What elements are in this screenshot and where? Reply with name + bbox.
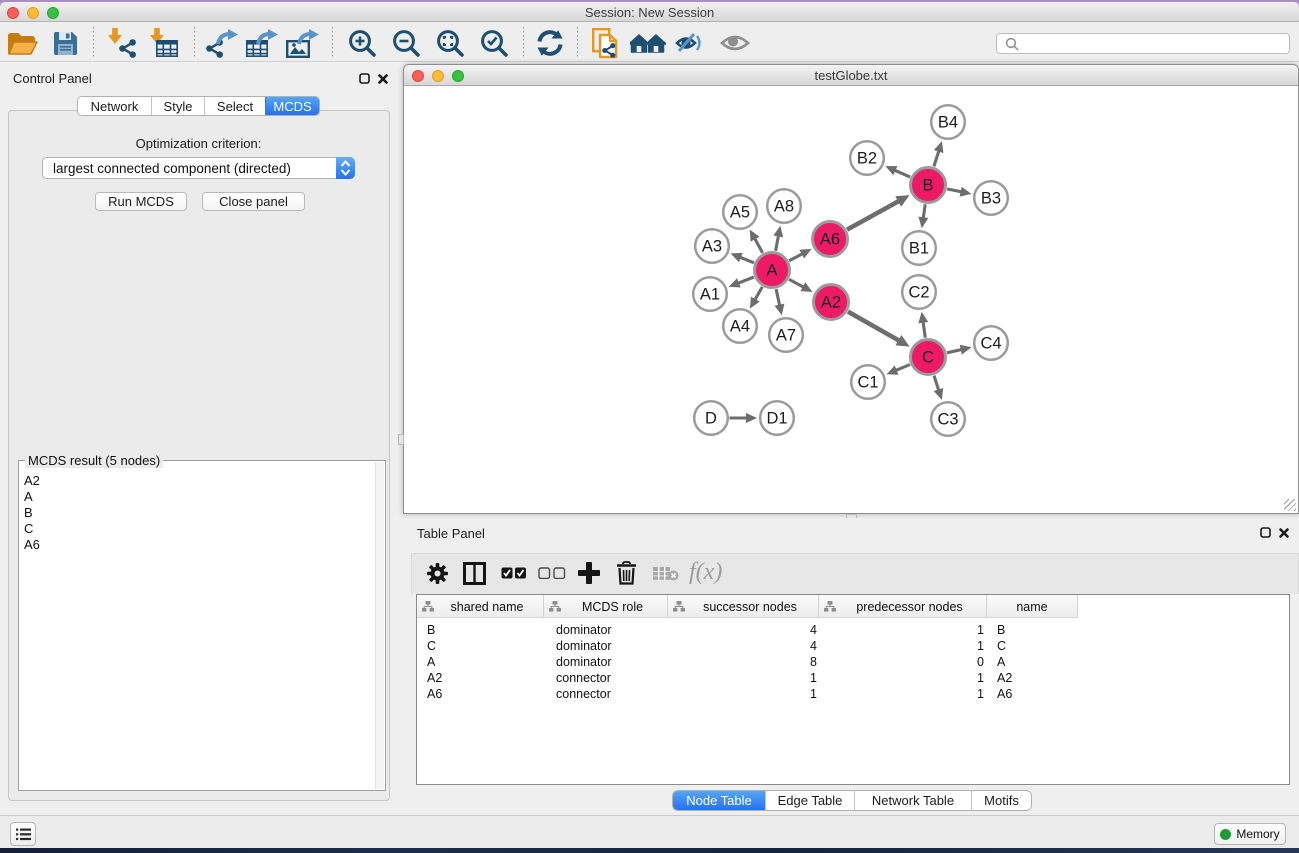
svg-text:C2: C2 <box>908 284 929 302</box>
svg-text:B4: B4 <box>938 114 958 132</box>
svg-text:B1: B1 <box>909 240 929 258</box>
svg-text:A8: A8 <box>774 198 794 216</box>
svg-text:B2: B2 <box>857 150 877 168</box>
svg-text:A5: A5 <box>730 204 750 222</box>
svg-text:D: D <box>705 410 717 428</box>
svg-text:B: B <box>922 177 933 195</box>
svg-text:C1: C1 <box>857 374 878 392</box>
svg-text:A: A <box>766 262 777 280</box>
svg-text:A1: A1 <box>700 286 720 304</box>
svg-text:C3: C3 <box>937 411 958 429</box>
svg-text:A7: A7 <box>776 327 796 345</box>
svg-text:A4: A4 <box>730 318 750 336</box>
svg-text:D1: D1 <box>766 410 787 428</box>
svg-text:C: C <box>922 349 934 367</box>
svg-text:B3: B3 <box>981 190 1001 208</box>
svg-text:A3: A3 <box>702 238 722 256</box>
svg-text:A6: A6 <box>820 231 840 249</box>
svg-text:C4: C4 <box>980 335 1001 353</box>
svg-text:A2: A2 <box>821 294 841 312</box>
